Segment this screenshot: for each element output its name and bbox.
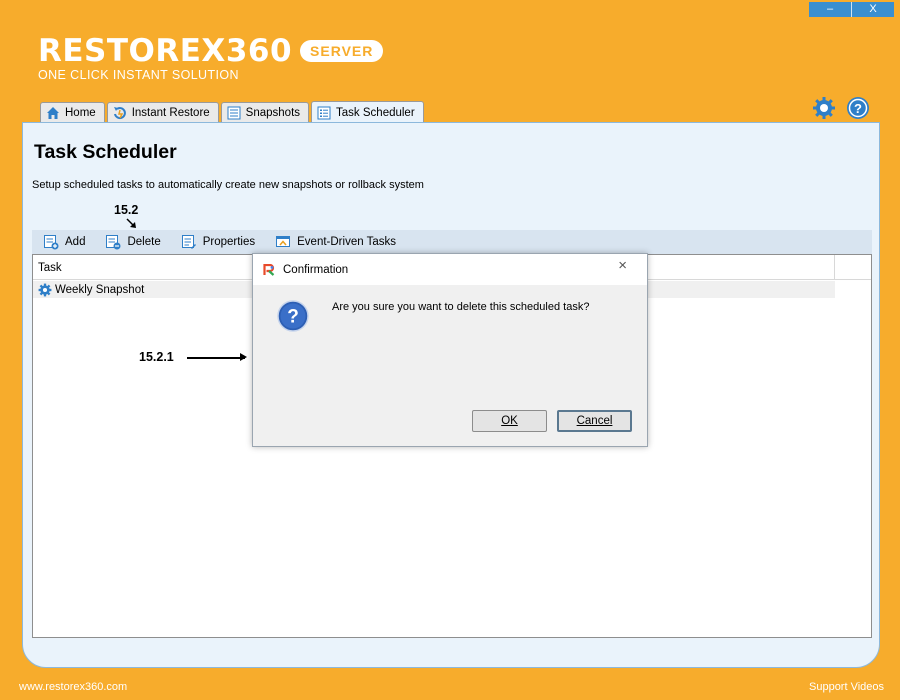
top-right-icons: ? [812,96,870,120]
settings-gear-icon[interactable] [812,96,836,120]
delete-task-button[interactable]: Delete [105,234,161,250]
task-toolbar: Add Delete Properties Event-Driven Tasks [32,230,872,254]
ok-button[interactable]: OK [472,410,547,432]
snapshots-icon [226,105,242,121]
add-task-icon [44,235,59,250]
support-videos-link[interactable]: Support Videos [809,681,884,693]
right-arrow-icon [187,354,247,360]
add-task-label: Add [65,236,86,248]
website-link[interactable]: www.restorex360.com [19,681,127,693]
delete-task-icon [106,235,121,250]
confirmation-dialog: Confirmation × ? Are you sure you want t… [252,253,648,447]
scheduled-task-gear-icon [38,283,52,296]
tab-instant-restore-label: Instant Restore [131,107,210,119]
task-properties-label: Properties [202,236,256,248]
arrow-down-right-icon [126,218,136,228]
main-tabs: Home Instant Restore Snapshots Task Sche… [40,101,426,123]
help-question-icon[interactable]: ? [846,96,870,120]
brand-badge: SERVER [300,40,384,62]
close-window-button[interactable]: X [851,2,894,17]
tab-snapshots[interactable]: Snapshots [220,102,310,123]
tab-home[interactable]: Home [40,102,105,123]
page-description: Setup scheduled tasks to automatically c… [32,179,424,191]
dialog-message: Are you sure you want to delete this sch… [332,301,590,313]
instant-restore-icon [112,105,128,121]
cancel-button[interactable]: Cancel [557,410,632,432]
task-scheduler-icon [316,105,332,121]
task-name: Weekly Snapshot [55,283,145,296]
dialog-title-bar: Confirmation × [253,254,647,285]
task-properties-button[interactable]: Properties [181,234,255,250]
tab-task-scheduler[interactable]: Task Scheduler [311,101,424,123]
add-task-button[interactable]: Add [43,234,85,250]
svg-text:?: ? [854,101,862,116]
minimize-button[interactable]: – [809,2,851,17]
app-logo-icon [263,263,275,276]
brand-logo: RESTOREX360 SERVER ONE CLICK INSTANT SOL… [38,33,384,82]
event-driven-tasks-label: Event-Driven Tasks [297,236,396,248]
step-label-delete: 15.2 [114,203,139,217]
step-label-confirm: 15.2.1 [139,350,174,364]
event-driven-icon [276,236,291,247]
column-header-empty [835,255,871,279]
event-driven-tasks-button[interactable]: Event-Driven Tasks [275,234,396,250]
tab-snapshots-label: Snapshots [245,107,301,119]
tab-task-scheduler-label: Task Scheduler [336,106,415,119]
window-controls: – X [809,2,894,17]
brand-tagline: ONE CLICK INSTANT SOLUTION [38,68,239,82]
brand-name: RESTOREX360 [38,33,293,69]
dialog-title: Confirmation [283,263,349,276]
question-icon: ? [277,300,309,332]
home-icon [45,105,61,121]
svg-text:?: ? [287,307,299,328]
dialog-close-icon[interactable]: × [618,257,627,274]
properties-icon [181,235,196,249]
tab-home-label: Home [65,107,96,119]
tab-instant-restore[interactable]: Instant Restore [106,102,219,123]
page-title: Task Scheduler [34,141,177,163]
delete-task-label: Delete [127,236,161,248]
